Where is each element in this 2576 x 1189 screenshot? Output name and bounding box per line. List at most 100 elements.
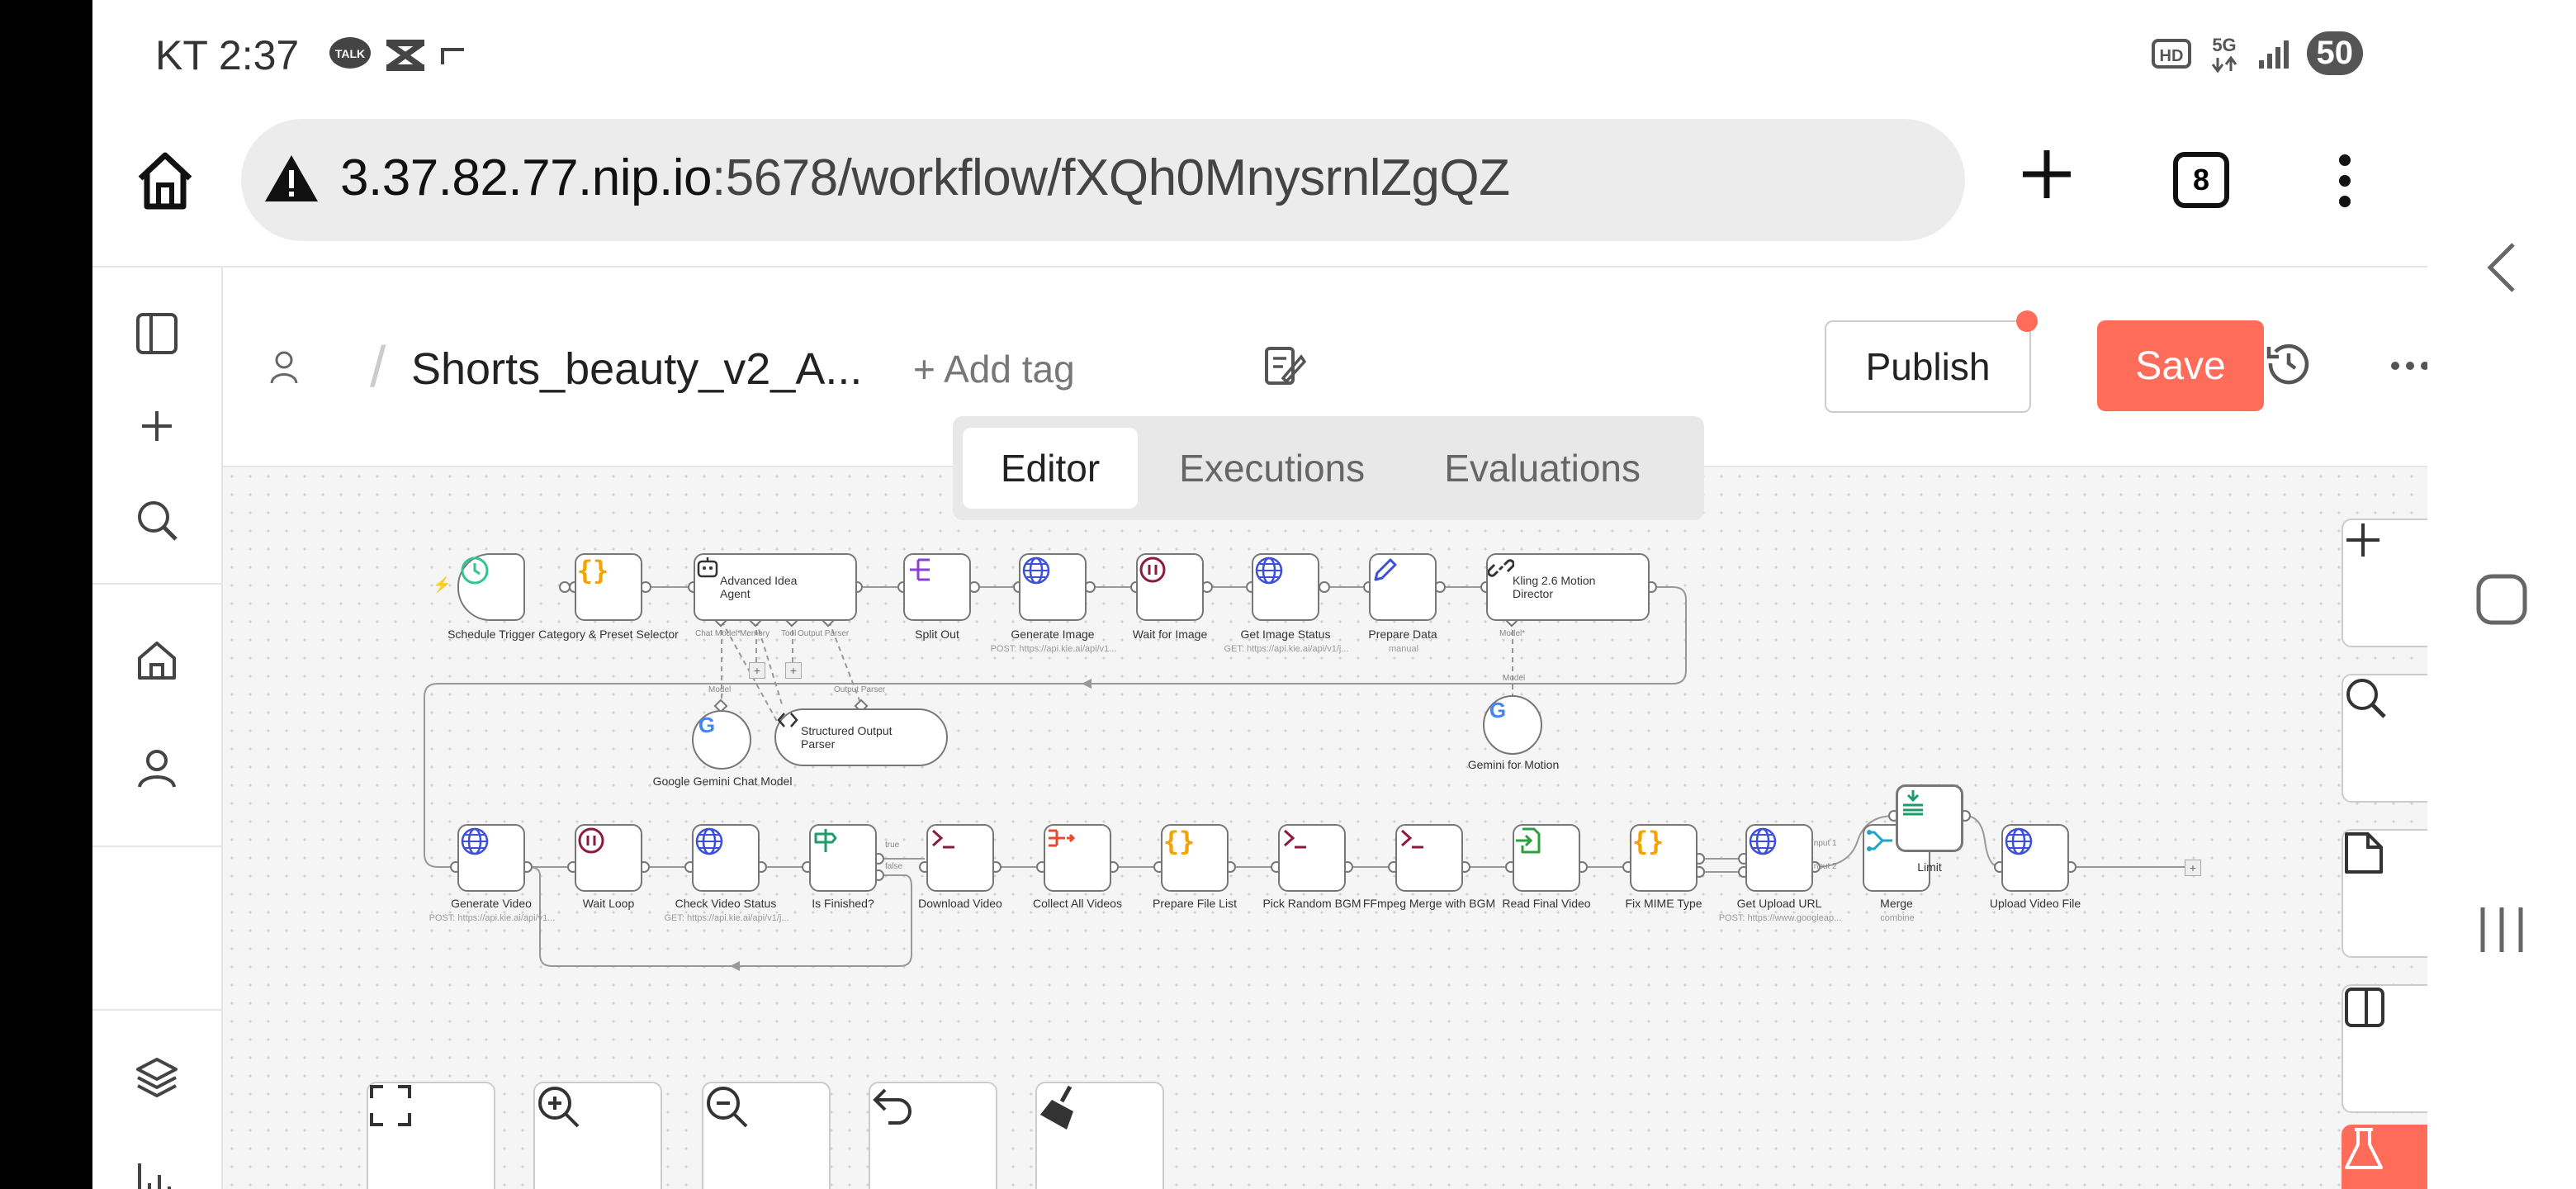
history-icon[interactable] (2266, 340, 2312, 386)
port-false: false (885, 862, 903, 871)
globe-icon (1022, 557, 1050, 585)
new-tab-icon[interactable] (2018, 145, 2076, 203)
flask-icon (2345, 1128, 2383, 1169)
node-split-out[interactable] (903, 553, 971, 621)
node-generate-video[interactable] (457, 824, 525, 892)
globe-icon (2005, 827, 2033, 855)
node-prepare-data[interactable] (1369, 553, 1437, 621)
undo-button[interactable] (869, 1082, 997, 1189)
node-schedule-trigger[interactable] (457, 553, 525, 621)
idea-agent-title: Advanced Idea Agent (720, 574, 798, 600)
port-input-2: Input 2 (1811, 862, 1837, 871)
tab-executions[interactable]: Executions (1141, 428, 1403, 509)
templates-button[interactable] (124, 1045, 190, 1111)
node-is-finished[interactable] (809, 824, 877, 892)
node-upload-video-file[interactable] (2001, 824, 2069, 892)
sidebar-item-personal[interactable] (124, 735, 190, 801)
node-gemini-for-motion[interactable]: G (1483, 695, 1542, 755)
node-collect-all-videos[interactable] (1044, 824, 1111, 892)
node-google-gemini-chat[interactable]: G (692, 710, 751, 770)
search-nodes-button[interactable] (2342, 674, 2427, 803)
node-structured-output-parser[interactable]: Structured Output Parser (774, 708, 948, 766)
node-category-selector[interactable]: {} (575, 553, 642, 621)
node-wait-loop[interactable] (575, 824, 642, 892)
tidy-up-button[interactable] (1035, 1082, 1164, 1189)
zoom-out-icon (707, 1087, 748, 1128)
node-pick-random-bgm[interactable] (1278, 824, 1346, 892)
home-nav-button[interactable] (2427, 566, 2576, 632)
pause-circle-icon (578, 827, 604, 854)
workflow-name[interactable]: Shorts_beauty_v2_A... (411, 343, 862, 395)
panel-right-icon (2345, 988, 2384, 1027)
edit-description-icon[interactable] (1262, 343, 1306, 388)
svg-text:G: G (698, 713, 715, 737)
node-get-image-status[interactable] (1252, 553, 1319, 621)
workflow-canvas[interactable]: ⚡ Schedule Trigger {} Category & Preset … (223, 467, 2427, 1189)
system-nav-bar (2427, 0, 2576, 1189)
notification-icons: TALK (329, 36, 467, 74)
node-read-final-video[interactable] (1513, 824, 1580, 892)
code-braces-icon: {} (1632, 826, 1664, 857)
screen-icon (441, 48, 464, 64)
node-generate-image[interactable] (1019, 553, 1087, 621)
tab-editor[interactable]: Editor (963, 428, 1139, 509)
port-tool: Tool (781, 629, 797, 638)
node-prepare-file-list[interactable]: {} (1161, 824, 1229, 892)
add-tool-button[interactable]: + (785, 662, 802, 679)
toggle-sidebar-button[interactable] (124, 301, 190, 367)
insights-button[interactable] (124, 1149, 190, 1189)
tab-switcher-button[interactable]: 8 (2173, 152, 2229, 208)
node-kling-motion-director[interactable]: Kling 2.6 Motion Director (1486, 553, 1650, 621)
code-brackets-icon (777, 713, 798, 727)
plus-icon (142, 411, 172, 441)
broom-icon (1040, 1085, 1073, 1130)
add-memory-button[interactable]: + (749, 662, 765, 679)
back-button[interactable] (2427, 234, 2576, 301)
owner-user-icon (270, 351, 298, 384)
zoom-out-button[interactable] (702, 1082, 831, 1189)
node-ffmpeg-merge[interactable] (1395, 824, 1463, 892)
svg-text:{}: {} (1632, 826, 1664, 857)
node-idea-agent[interactable]: Advanced Idea Agent (694, 553, 857, 621)
zoom-to-fit-button[interactable] (367, 1082, 495, 1189)
sidebar-item-overview[interactable] (124, 628, 190, 694)
create-button[interactable] (124, 393, 190, 459)
evaluations-flask-button[interactable] (2342, 1125, 2427, 1189)
more-vert-icon[interactable] (2337, 154, 2353, 208)
search-icon (138, 501, 178, 541)
publish-button[interactable]: Publish (1825, 320, 2031, 413)
search-button[interactable] (124, 487, 190, 553)
more-horizontal-icon[interactable] (2389, 360, 2427, 372)
signal-icon (2258, 40, 2289, 69)
5g-icon: 5G (2211, 35, 2237, 73)
clock-icon (461, 557, 489, 585)
toggle-panel-button[interactable] (2342, 984, 2427, 1113)
fit-view-icon (370, 1085, 411, 1126)
sticky-note-button[interactable] (2342, 829, 2427, 958)
google-g-icon: G (698, 713, 715, 737)
warning-icon[interactable] (263, 152, 320, 205)
save-button[interactable]: Save (2097, 320, 2264, 411)
add-next-node-button[interactable]: + (2185, 860, 2201, 876)
sub-prepare-data: manual (1388, 644, 1419, 654)
node-wait-for-image[interactable] (1136, 553, 1204, 621)
breadcrumb-separator: / (370, 334, 386, 399)
node-check-video-status[interactable] (692, 824, 760, 892)
node-download-video[interactable] (926, 824, 994, 892)
node-fix-mime-type[interactable]: {} (1630, 824, 1698, 892)
sub-generate-video: POST: https://api.kie.ai/api/v1... (429, 913, 556, 923)
recents-button[interactable] (2427, 897, 2576, 963)
node-limit[interactable] (1896, 784, 1963, 852)
add-tag-button[interactable]: + Add tag (913, 347, 1075, 391)
sticky-note-icon (2345, 832, 2383, 874)
url-bar[interactable]: 3.37.82.77.nip.io:5678/workflow/fXQh0Mny… (241, 119, 1965, 241)
link-icon (1488, 559, 1514, 577)
node-get-upload-url[interactable] (1745, 824, 1813, 892)
tab-evaluations[interactable]: Evaluations (1406, 428, 1679, 509)
url-text[interactable]: 3.37.82.77.nip.io:5678/workflow/fXQh0Mny… (340, 149, 1510, 207)
add-node-button[interactable] (2342, 519, 2427, 647)
home-icon[interactable] (135, 149, 195, 211)
structured-parser-title: Structured Output Parser (801, 724, 893, 751)
svg-text:5G: 5G (2212, 35, 2236, 55)
zoom-in-button[interactable] (533, 1082, 662, 1189)
